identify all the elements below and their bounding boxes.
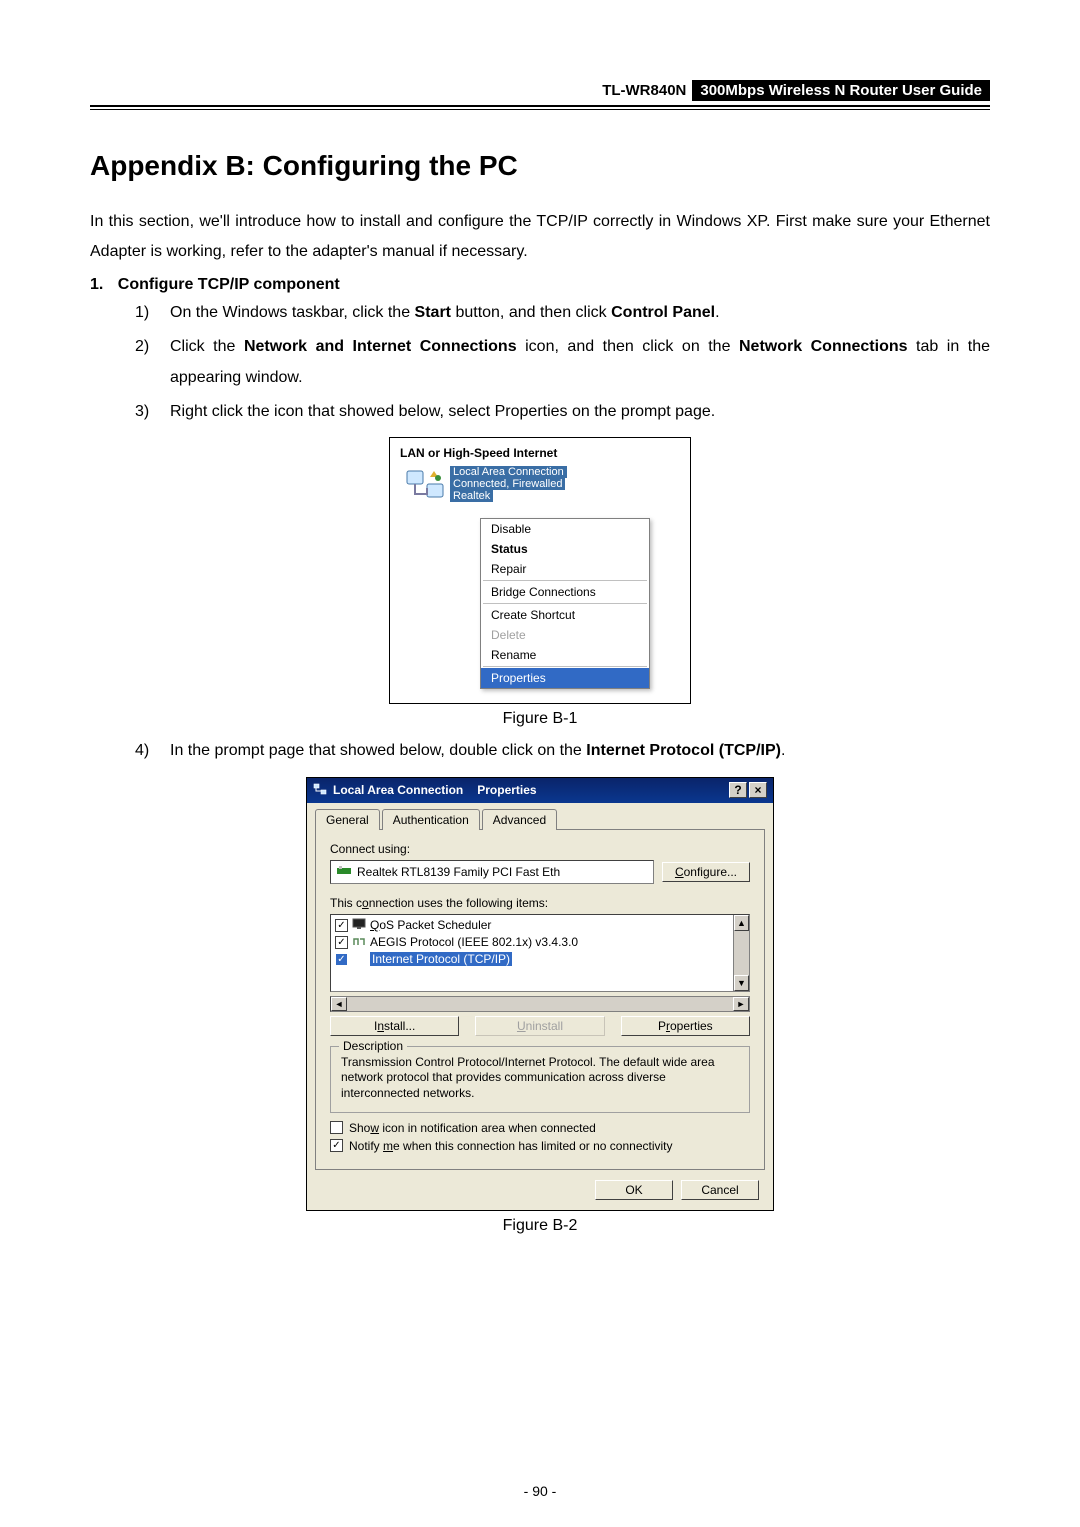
- cancel-button[interactable]: Cancel: [681, 1180, 759, 1200]
- scroll-down-icon[interactable]: ▼: [734, 975, 749, 991]
- item-label: QoS Packet Scheduler: [370, 918, 491, 932]
- step-2-networkinet: Network and Internet Connections: [244, 338, 517, 355]
- ctx-rename[interactable]: Rename: [481, 645, 649, 665]
- scroll-up-icon[interactable]: ▲: [734, 915, 749, 931]
- items-listbox[interactable]: ✓ QoS Packet Scheduler ✓: [330, 914, 750, 992]
- step-3: Right click the icon that showed below, …: [115, 397, 990, 427]
- tab-authentication[interactable]: Authentication: [382, 809, 480, 830]
- dialog-titlebar: Local Area Connection Properties ? ×: [307, 778, 773, 803]
- figure-b2-dialog: Local Area Connection Properties ? × Gen…: [306, 777, 774, 1211]
- figure-b1: LAN or High-Speed Internet Local Area: [389, 437, 691, 704]
- ctx-repair[interactable]: Repair: [481, 559, 649, 579]
- step-1-start: Start: [415, 304, 451, 321]
- header-rule: [90, 109, 990, 110]
- step-2: Click the Network and Internet Connectio…: [115, 332, 990, 393]
- conn-line-2: Connected, Firewalled: [450, 478, 565, 490]
- adapter-name: Realtek RTL8139 Family PCI Fast Eth: [357, 865, 560, 879]
- dialog-icon: [313, 782, 327, 799]
- item-tcpip[interactable]: ✓ Internet Protocol (TCP/IP): [335, 951, 729, 968]
- model-badge: TL-WR840N: [596, 80, 692, 101]
- dialog-title-a: Local Area Connection: [333, 783, 463, 797]
- step-1-text-e: .: [715, 304, 719, 321]
- ctx-delete: Delete: [481, 625, 649, 645]
- install-button[interactable]: Install...: [330, 1016, 459, 1036]
- protocol-icon: [352, 935, 366, 950]
- items-label: This connection uses the following items…: [330, 896, 750, 910]
- nic-icon: [337, 865, 351, 879]
- checkbox-icon[interactable]: ✓: [335, 953, 348, 966]
- notify-label: Notify me when this connection has limit…: [349, 1139, 673, 1153]
- item-qos[interactable]: ✓ QoS Packet Scheduler: [335, 917, 729, 934]
- step-2-networkconn: Network Connections: [739, 338, 908, 355]
- step-2-text-a: Click the: [170, 338, 244, 355]
- step-1: On the Windows taskbar, click the Start …: [115, 298, 990, 328]
- checkbox-icon[interactable]: [330, 1121, 343, 1134]
- step-2-text-c: icon, and then click on the: [517, 338, 739, 355]
- step-1-text-c: button, and then click: [451, 304, 611, 321]
- vertical-scrollbar[interactable]: ▲ ▼: [733, 915, 749, 991]
- help-button[interactable]: ?: [729, 782, 747, 798]
- show-icon-checkbox[interactable]: Show icon in notification area when conn…: [330, 1121, 750, 1135]
- conn-line-1: Local Area Connection: [450, 466, 567, 478]
- show-icon-label: Show icon in notification area when conn…: [349, 1121, 596, 1135]
- connection-label[interactable]: Local Area Connection Connected, Firewal…: [450, 466, 567, 502]
- close-button[interactable]: ×: [749, 782, 767, 798]
- ctx-separator: [483, 580, 647, 581]
- ctx-separator: [483, 666, 647, 667]
- step-4-text-a: In the prompt page that showed below, do…: [170, 742, 586, 759]
- scroll-right-icon[interactable]: ►: [733, 997, 749, 1011]
- step-4-tcpip: Internet Protocol (TCP/IP): [586, 742, 781, 759]
- description-groupbox: Description Transmission Control Protoco…: [330, 1046, 750, 1113]
- tab-general[interactable]: General: [315, 809, 380, 830]
- item-label: AEGIS Protocol (IEEE 802.1x) v3.4.3.0: [370, 935, 578, 949]
- step-4: In the prompt page that showed below, do…: [115, 736, 990, 766]
- properties-button[interactable]: Properties: [621, 1016, 750, 1036]
- dialog-title-b: Properties: [477, 783, 536, 797]
- tab-advanced[interactable]: Advanced: [482, 809, 557, 830]
- ctx-status[interactable]: Status: [481, 539, 649, 559]
- notify-checkbox[interactable]: ✓ Notify me when this connection has lim…: [330, 1139, 750, 1153]
- list-heading: Configure TCP/IP component: [118, 276, 340, 293]
- monitor-icon: [352, 918, 366, 933]
- configure-button[interactable]: Configure...: [662, 862, 750, 882]
- step-1-controlpanel: Control Panel: [611, 304, 715, 321]
- item-aegis[interactable]: ✓ AEGIS Protocol (IEEE 802.1x) v3.4.3.0: [335, 934, 729, 951]
- context-menu: Disable Status Repair Bridge Connections…: [480, 518, 650, 689]
- connect-using-label: Connect using:: [330, 842, 750, 856]
- ctx-disable[interactable]: Disable: [481, 519, 649, 539]
- figure-b2-caption: Figure B-2: [90, 1217, 990, 1235]
- ctx-separator: [483, 603, 647, 604]
- doc-header: TL-WR840N 300Mbps Wireless N Router User…: [90, 80, 990, 107]
- intro-paragraph: In this section, we'll introduce how to …: [90, 207, 990, 268]
- protocol-icon: [352, 952, 366, 967]
- conn-line-3: Realtek: [450, 490, 493, 502]
- checkbox-icon[interactable]: ✓: [335, 919, 348, 932]
- tab-panel: Connect using: Realtek RTL8139 Family PC…: [315, 829, 765, 1170]
- figure-b1-caption: Figure B-1: [90, 710, 990, 728]
- page-title: Appendix B: Configuring the PC: [90, 150, 990, 182]
- item-label: Internet Protocol (TCP/IP): [370, 952, 512, 966]
- ok-button[interactable]: OK: [595, 1180, 673, 1200]
- network-connection-icon: [404, 468, 446, 514]
- adapter-field[interactable]: Realtek RTL8139 Family PCI Fast Eth: [330, 860, 654, 884]
- description-text: Transmission Control Protocol/Internet P…: [341, 1055, 739, 1102]
- horizontal-scrollbar[interactable]: ◄ ►: [330, 996, 750, 1012]
- list-heading-number: 1.: [90, 276, 103, 293]
- lan-group-title: LAN or High-Speed Internet: [400, 446, 684, 460]
- step-3-text: Right click the icon that showed below, …: [170, 403, 715, 420]
- page-number: - 90 -: [0, 1483, 1080, 1499]
- step-1-text-a: On the Windows taskbar, click the: [170, 304, 415, 321]
- step-4-text-c: .: [781, 742, 785, 759]
- scroll-left-icon[interactable]: ◄: [331, 997, 347, 1011]
- ctx-bridge[interactable]: Bridge Connections: [481, 582, 649, 602]
- ctx-properties[interactable]: Properties: [481, 668, 649, 688]
- guide-title: 300Mbps Wireless N Router User Guide: [692, 80, 990, 101]
- uninstall-button: Uninstall: [475, 1016, 604, 1036]
- ctx-create-shortcut[interactable]: Create Shortcut: [481, 605, 649, 625]
- description-title: Description: [339, 1039, 407, 1053]
- checkbox-icon[interactable]: ✓: [335, 936, 348, 949]
- checkbox-icon[interactable]: ✓: [330, 1139, 343, 1152]
